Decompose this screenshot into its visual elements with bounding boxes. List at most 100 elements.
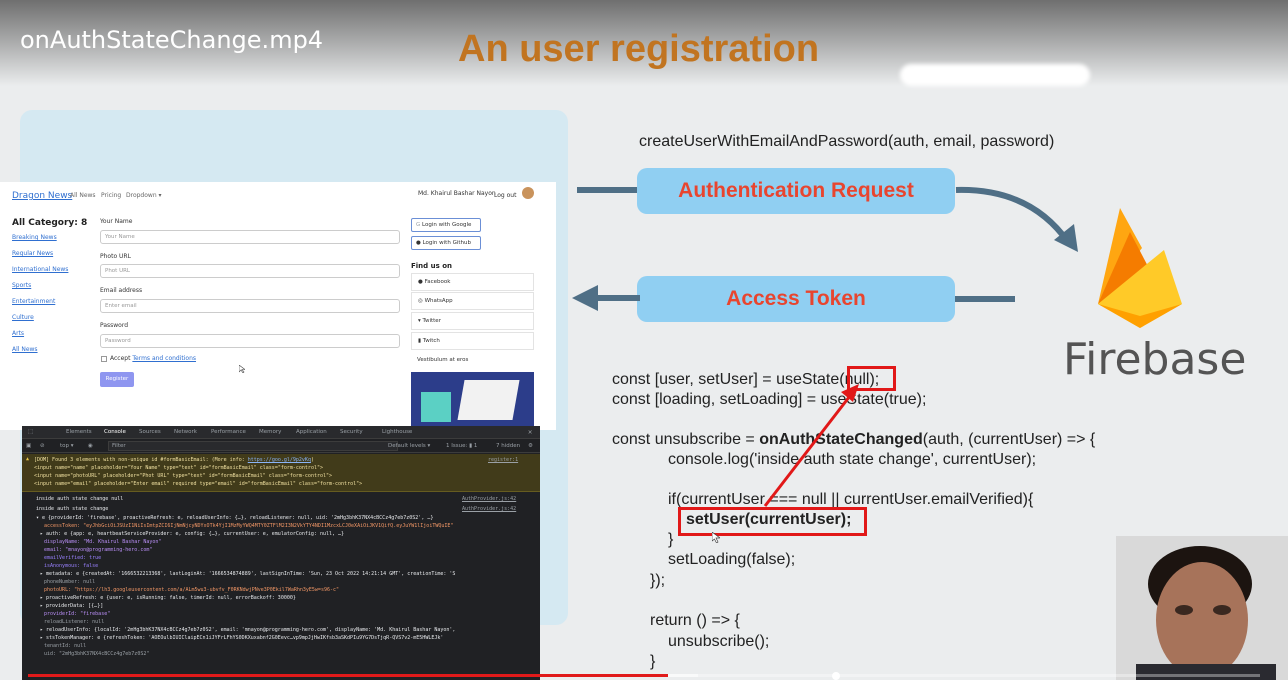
console-object-line: uid: "2mHg3bhK37NX4cBCCz4g7eb7z0S2" (44, 651, 150, 657)
dom-warning: ▲ [DOM] Found 3 elements with non-unique… (22, 454, 540, 492)
console-object-line: ▸ metadata: e {createdAt: '1666532213368… (40, 571, 456, 577)
email-field: Enter email (100, 299, 400, 313)
app-navbar: Dragon News All News Pricing Dropdown ▾ … (0, 182, 556, 210)
auth-request-pill: Authentication Request (637, 168, 955, 214)
login-github-button: ● Login with Github (411, 236, 481, 250)
console-log: inside auth state change null (36, 496, 124, 502)
console-object-line: providerId: "firebase" (44, 611, 111, 617)
avatar (522, 187, 534, 199)
login-github-label: Login with Github (422, 240, 471, 246)
name-field: Your Name (100, 230, 400, 244)
presenter-webcam (1116, 536, 1288, 680)
mouse-cursor-icon (712, 532, 720, 543)
terms-link: Terms and conditions (132, 355, 197, 362)
twitter-label: Twitter (422, 318, 441, 324)
whatsapp-item: ◎ WhatsApp (411, 292, 534, 310)
source-link: AuthProvider.js:42 (462, 506, 517, 512)
devtools-tabs: ⬚ Elements Console Sources Network Perfo… (22, 426, 540, 439)
video-player[interactable]: An user registration onAuthStateChange.m… (0, 0, 1288, 680)
code-line: unsubscribe(); (668, 633, 770, 650)
warning-line: [DOM] Found 3 elements with non-unique i… (34, 457, 314, 463)
code-line: setLoading(false); (668, 551, 796, 568)
tab-memory: Memory (259, 429, 282, 435)
access-token-pill: Access Token (637, 276, 955, 322)
filter-placeholder: Filter (112, 443, 126, 449)
issues-badge: 1 Issue: ▮ 1 (446, 443, 478, 449)
red-arrow-icon (763, 384, 859, 507)
warning-line: <input name="name" placeholder="Your Nam… (34, 465, 323, 471)
eye-icon: ◉ (88, 443, 93, 449)
login-google-label: Login with Google (422, 222, 472, 228)
console-object-line: ▸ providerData: [{…}] (40, 603, 104, 609)
twitter-item: ▾ Twitter (411, 312, 534, 330)
category-link: All News (12, 346, 38, 353)
vestibulum-text: Vestibulum at eros (417, 357, 469, 363)
whatsapp-label: WhatsApp (424, 298, 453, 304)
photo-label: Photo URL (100, 253, 131, 260)
accept-text: Accept (110, 355, 131, 362)
console-object-line: email: "mnayon@programming-hero.com" (44, 547, 153, 553)
console-object-line: ▸ reloadUserInfo: {localId: '2mHg3bhK37N… (40, 627, 456, 633)
category-link: International News (12, 266, 69, 273)
console-object-line: photoURL: "https://lh3.googleusercontent… (44, 587, 340, 593)
close-icon: ✕ (528, 428, 533, 436)
tab-security: Security (340, 429, 363, 435)
console-object-line: ▸ auth: e {app: e, heartbeatServiceProvi… (40, 531, 345, 537)
accept-checkbox: Accept Terms and conditions (101, 355, 196, 362)
console-object-line: tenantId: null (44, 643, 87, 649)
nav-all-news: All News (70, 192, 96, 199)
devtools-inspect-icon: ⬚ (28, 429, 34, 435)
slide: An user registration onAuthStateChange.m… (0, 0, 1288, 680)
login-google-button: G Login with Google (411, 218, 481, 232)
slide-title: An user registration (458, 28, 820, 70)
category-title: All Category: 8 (12, 218, 88, 228)
promo-image (411, 372, 534, 430)
source-link: AuthProvider.js:42 (462, 496, 517, 502)
category-link: Entertainment (12, 298, 56, 305)
setuser-highlight (678, 507, 867, 536)
tab-performance: Performance (211, 429, 246, 435)
tab-network: Network (174, 429, 197, 435)
connector-line (955, 296, 1015, 302)
presenter-image (1116, 536, 1288, 680)
sidebar-toggle-icon: ▣ (26, 443, 32, 449)
category-link: Breaking News (12, 234, 57, 241)
register-button: Register (100, 372, 134, 387)
tab-console: Console (104, 429, 126, 435)
facebook-item: ● Facebook (411, 273, 534, 291)
warning-line: <input name="photoURL" placeholder="Phot… (34, 473, 333, 479)
brand-link: Dragon News (12, 191, 73, 201)
console-object-line: phoneNumber: null (44, 579, 96, 585)
devtools-panel: ⬚ Elements Console Sources Network Perfo… (22, 426, 540, 680)
warning-icon: ▲ (26, 456, 30, 462)
filter-input: Filter (108, 441, 398, 451)
nav-pricing: Pricing (101, 192, 122, 199)
scrubber-handle[interactable] (832, 672, 840, 680)
gear-icon: ⚙ (528, 443, 533, 449)
code-line: } (668, 531, 674, 548)
password-field: Password (100, 334, 400, 348)
firebase-label: Firebase (1063, 334, 1247, 385)
arrow-left-icon (572, 285, 640, 311)
code-line: return () => { (650, 612, 740, 629)
category-link: Sports (12, 282, 32, 289)
user-name: Md. Khairul Bashar Nayon (418, 190, 496, 197)
warning-line: <input name="email" placeholder="Enter e… (34, 481, 363, 487)
code-line: } (650, 653, 656, 670)
console-toolbar: ▣ ⊘ top ▾ ◉ Filter Default levels ▾ 1 Is… (22, 439, 540, 453)
tab-lighthouse: Lighthouse (382, 429, 413, 435)
name-label: Your Name (100, 218, 133, 225)
app-screenshot: Dragon News All News Pricing Dropdown ▾ … (0, 182, 556, 430)
blurred-watermark (900, 64, 1090, 86)
tab-elements: Elements (66, 429, 92, 435)
nav-dropdown: Dropdown ▾ (126, 192, 162, 199)
find-us-title: Find us on (411, 262, 452, 270)
console-object-line: ▾ e {providerId: 'firebase', proactiveRe… (36, 515, 434, 521)
console-object-line: displayName: "Md. Khairul Bashar Nayon" (44, 539, 162, 545)
category-link: Culture (12, 314, 34, 321)
mouse-cursor-icon (239, 365, 245, 373)
console-object-line: reloadListener: null (44, 619, 105, 625)
log-levels-select: Default levels ▾ (388, 443, 431, 449)
curved-arrow-icon (955, 186, 1078, 252)
firebase-logo-icon (1098, 208, 1182, 328)
